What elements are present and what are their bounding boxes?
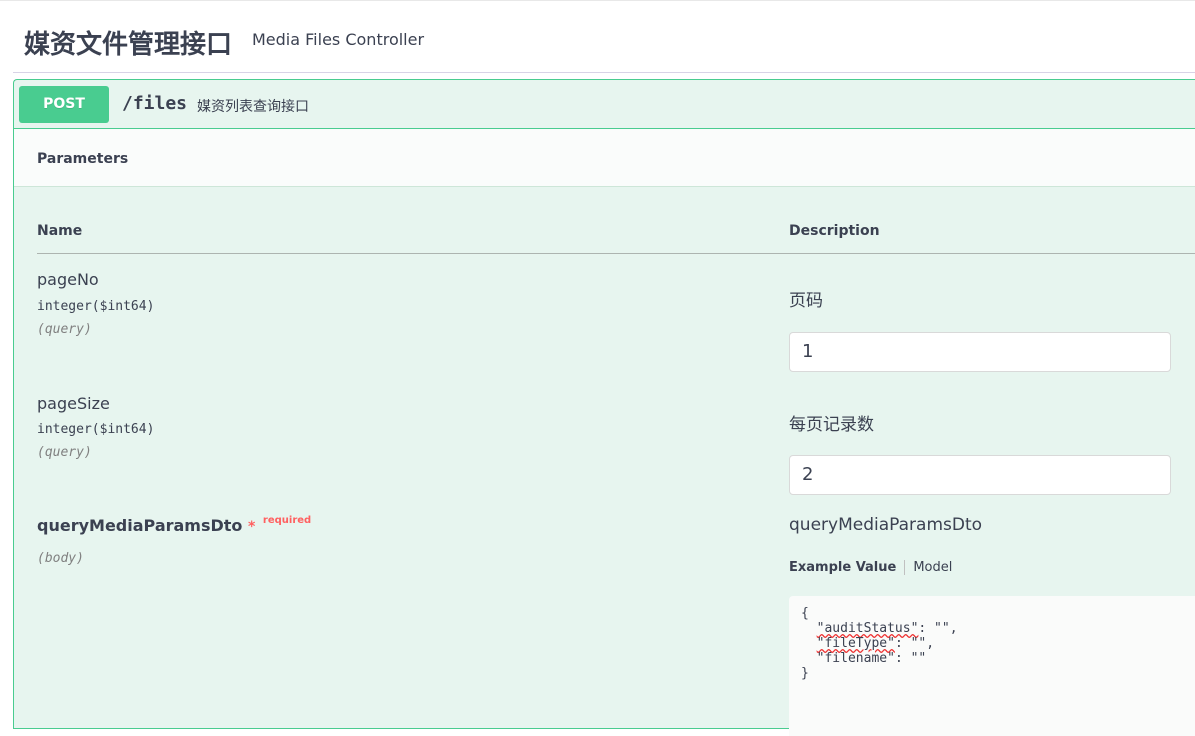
code-line-close: } bbox=[801, 666, 809, 681]
param-name-querymediaparamsdto: queryMediaParamsDto * required bbox=[37, 515, 312, 535]
tab-model[interactable]: Model bbox=[905, 560, 952, 575]
body-example-editor[interactable]: { "auditStatus": "", "fileType": "", "fi… bbox=[789, 596, 1195, 736]
parameters-title: Parameters bbox=[37, 151, 129, 167]
tag-description: Media Files Controller bbox=[252, 30, 425, 49]
tag-header[interactable]: 媒资文件管理接口 Media Files Controller bbox=[13, 14, 1195, 73]
method-badge: POST bbox=[19, 86, 109, 123]
param-in-pageno: (query) bbox=[37, 322, 92, 337]
param-desc-querymediaparamsdto: queryMediaParamsDto bbox=[789, 515, 983, 535]
code-key-auditstatus: "auditStatus" bbox=[816, 621, 919, 636]
param-name-text: queryMediaParamsDto bbox=[37, 516, 243, 535]
required-label: required bbox=[262, 515, 312, 526]
top-border bbox=[0, 0, 1195, 1]
operation-summary[interactable]: POST /files 媒资列表查询接口 bbox=[14, 80, 1195, 129]
param-in-pagesize: (query) bbox=[37, 445, 92, 460]
param-desc-pagesize: 每页记录数 bbox=[789, 415, 874, 435]
code-rest-auditstatus: : "", bbox=[918, 621, 958, 636]
column-header-description: Description bbox=[789, 223, 880, 239]
tag-title: 媒资文件管理接口 bbox=[24, 30, 233, 60]
column-header-name: Name bbox=[37, 223, 83, 239]
code-key-filename: "filename" bbox=[816, 651, 895, 666]
tab-example-value[interactable]: Example Value bbox=[789, 560, 906, 575]
required-star: * bbox=[248, 519, 256, 535]
column-divider bbox=[37, 253, 1195, 254]
pageno-input[interactable]: 1 bbox=[789, 332, 1171, 372]
param-in-querymediaparamsdto: (body) bbox=[37, 551, 84, 566]
code-rest-filetype: : "", bbox=[894, 636, 935, 651]
param-type-pageno: integer($int64) bbox=[37, 299, 155, 314]
body-tabs: Example Value Model bbox=[789, 560, 952, 575]
param-type-pagesize: integer($int64) bbox=[37, 422, 155, 437]
code-line-open: { bbox=[801, 606, 809, 621]
param-name-pageno: pageNo bbox=[37, 270, 99, 289]
parameters-header: Parameters bbox=[14, 129, 1195, 187]
pagesize-input[interactable]: 2 bbox=[789, 455, 1171, 495]
operation-summary-text: 媒资列表查询接口 bbox=[197, 99, 309, 115]
code-rest-filename: : "" bbox=[894, 651, 927, 666]
operation-path: /files bbox=[122, 93, 188, 114]
operation-block: POST /files 媒资列表查询接口 Parameters Name Des… bbox=[13, 79, 1195, 736]
param-name-pagesize: pageSize bbox=[37, 394, 110, 413]
code-key-filetype: "fileType" bbox=[816, 636, 895, 651]
param-desc-pageno: 页码 bbox=[789, 291, 823, 311]
